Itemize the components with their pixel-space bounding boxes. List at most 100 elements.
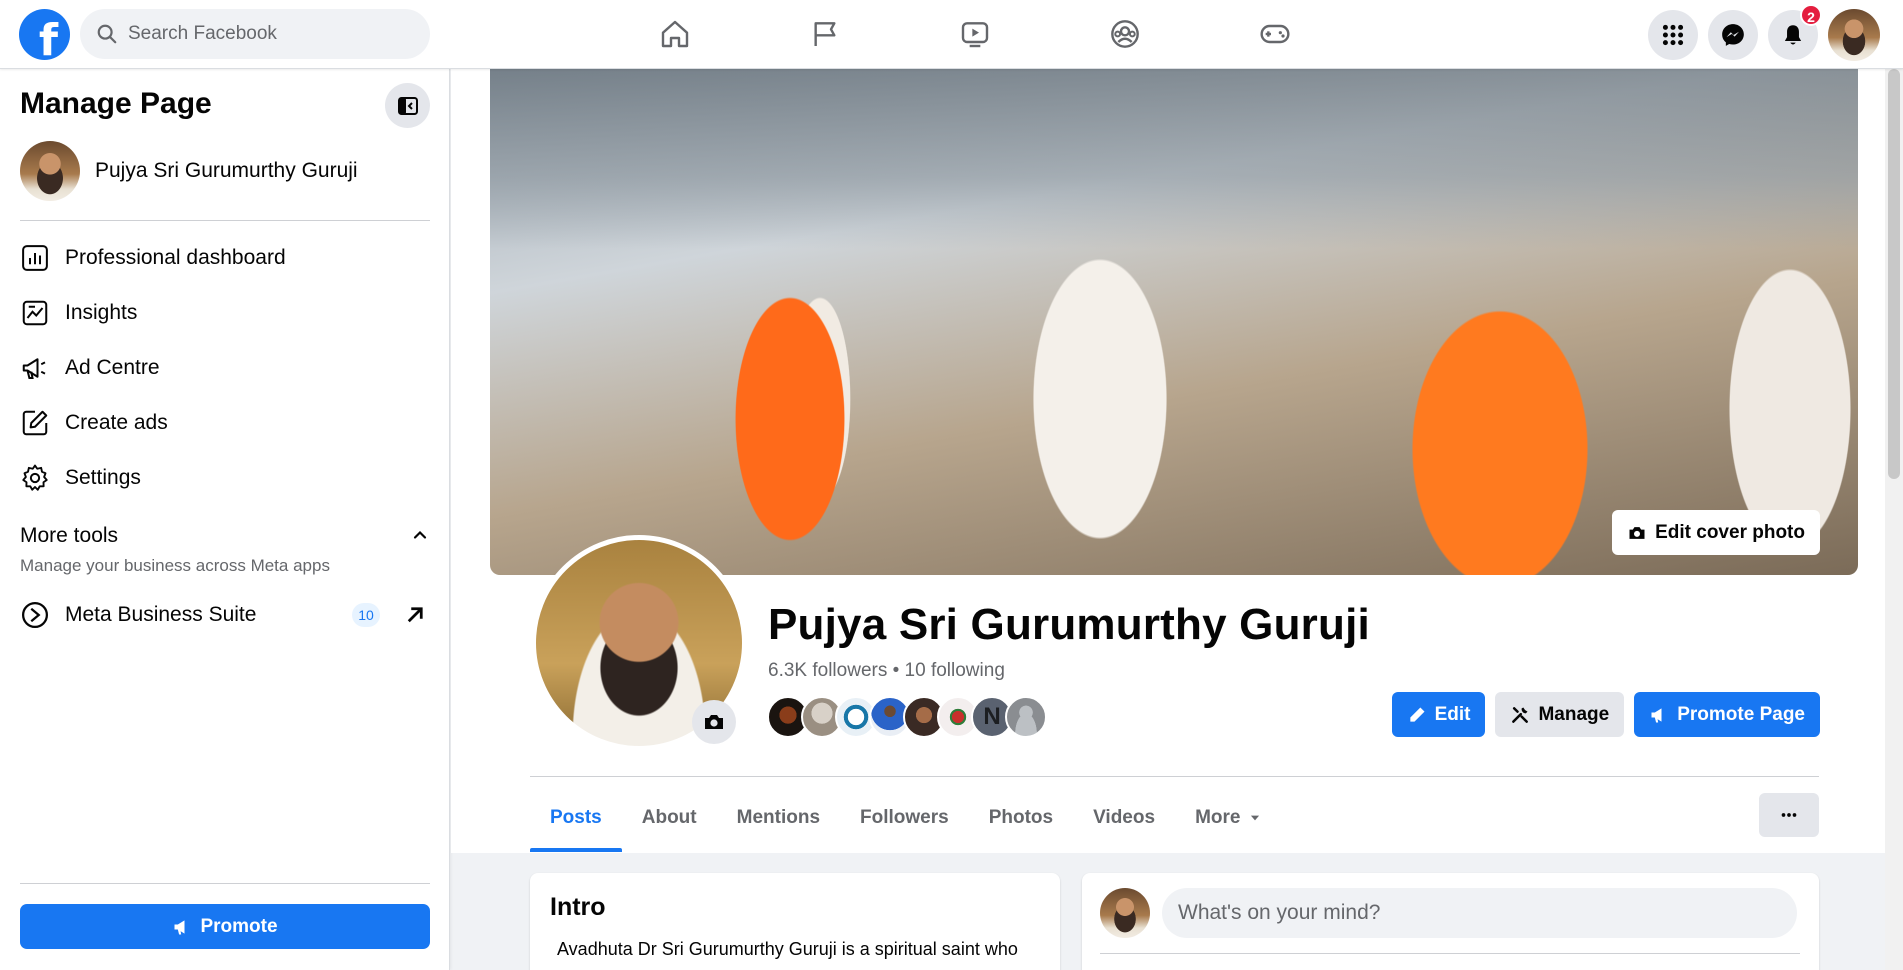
intro-heading: Intro: [550, 893, 606, 921]
tab-more[interactable]: More: [1175, 784, 1282, 852]
more-tools-subtext: Manage your business across Meta apps: [20, 556, 330, 575]
video-icon: [961, 22, 989, 48]
composer-input[interactable]: What's on your mind?: [1162, 888, 1797, 938]
pencil-icon: [1409, 707, 1425, 722]
main-nav: [600, 0, 1350, 68]
sidebar-item-create-ads[interactable]: Create ads: [20, 400, 430, 445]
top-navigation-bar: f 2: [0, 0, 1903, 69]
sidebar-title: Manage Page: [20, 87, 212, 120]
page-scrollbar-thumb[interactable]: [1888, 69, 1900, 479]
business-suite-count-badge: 10: [352, 602, 380, 627]
account-avatar[interactable]: [1828, 9, 1880, 61]
notifications-button[interactable]: 2: [1768, 4, 1822, 60]
nav-video[interactable]: [900, 0, 1050, 68]
promote-page-button[interactable]: Promote Page: [1634, 692, 1820, 737]
edit-cover-label: Edit cover photo: [1655, 521, 1805, 543]
edit-cover-photo-button[interactable]: Edit cover photo: [1612, 510, 1820, 555]
pencil-square-icon: [22, 410, 48, 435]
more-options-button[interactable]: [1759, 793, 1819, 837]
sidebar-item-ad-centre[interactable]: Ad Centre: [20, 345, 430, 390]
dashboard-icon: [22, 244, 48, 271]
messenger-icon: [1722, 24, 1744, 46]
gear-icon: [22, 464, 48, 491]
tab-followers[interactable]: Followers: [840, 784, 969, 852]
search-box[interactable]: [80, 9, 430, 59]
insights-icon: [22, 300, 48, 325]
sidebar-item-label: Create ads: [65, 410, 168, 434]
edit-label: Edit: [1434, 703, 1471, 725]
chevron-up-icon[interactable]: [410, 525, 430, 545]
profile-tabs: Posts About Mentions Followers Photos Vi…: [530, 784, 1282, 852]
tab-mentions[interactable]: Mentions: [717, 784, 840, 852]
sidebar-item-label: Insights: [65, 300, 138, 324]
cover-photo[interactable]: Edit cover photo: [490, 69, 1858, 575]
messenger-button[interactable]: [1708, 10, 1758, 60]
external-link-icon: [407, 606, 423, 622]
manage-page-sidebar: Manage Page Pujya Sri Gurumurthy Guruji …: [0, 69, 450, 970]
groups-icon: [1111, 20, 1139, 48]
caret-down-icon: [1251, 815, 1260, 821]
account-controls: 2: [1648, 4, 1880, 61]
promote-label: Promote: [200, 915, 278, 937]
sidebar-item-professional-dashboard[interactable]: Professional dashboard: [20, 235, 430, 280]
megaphone-icon: [1651, 707, 1662, 722]
tab-videos[interactable]: Videos: [1073, 784, 1175, 852]
sidebar-page-name: Pujya Sri Gurumurthy Guruji: [95, 159, 358, 182]
nav-groups[interactable]: [1050, 0, 1200, 68]
intro-text: Avadhuta Dr Sri Gurumurthy Guruji is a s…: [557, 939, 1018, 959]
tab-more-label: More: [1195, 807, 1241, 828]
sidebar-item-label: Settings: [65, 465, 141, 489]
post-composer: What's on your mind?: [1082, 873, 1819, 970]
facebook-logo[interactable]: f: [19, 9, 70, 60]
more-tools-heading[interactable]: More tools: [20, 524, 118, 548]
collapse-sidebar-button[interactable]: [385, 83, 430, 128]
followers-following-count[interactable]: 6.3K followers • 10 following: [768, 660, 1005, 682]
nav-gaming[interactable]: [1200, 0, 1350, 68]
sidebar-item-label: Meta Business Suite: [65, 602, 257, 626]
camera-icon: [1629, 526, 1645, 539]
sidebar-bottom-divider: [20, 883, 430, 884]
sidebar-page-identity[interactable]: Pujya Sri Gurumurthy Guruji: [20, 141, 358, 201]
sidebar-promote-button[interactable]: Promote: [20, 904, 430, 949]
sidebar-item-label: Ad Centre: [65, 355, 160, 379]
sidebar-item-settings[interactable]: Settings: [20, 455, 430, 500]
sidebar-item-meta-business-suite[interactable]: Meta Business Suite 10: [20, 592, 430, 637]
sidebar-item-insights[interactable]: Insights: [20, 290, 430, 335]
home-icon: [661, 20, 689, 48]
intro-card: Intro Avadhuta Dr Sri Gurumurthy Guruji …: [530, 873, 1060, 970]
facebook-logo-letter: f: [38, 15, 59, 60]
sidebar-item-label: Professional dashboard: [65, 245, 286, 269]
page-avatar: [20, 141, 80, 201]
update-profile-picture-button[interactable]: [692, 700, 736, 744]
tab-photos[interactable]: Photos: [969, 784, 1073, 852]
search-icon: [97, 24, 117, 44]
follower-avatars-strip: N: [767, 696, 1047, 738]
ellipsis-icon: [1781, 813, 1797, 817]
megaphone-icon: [22, 357, 46, 379]
nav-pages[interactable]: [750, 0, 900, 68]
notification-count-badge: 2: [1800, 4, 1822, 26]
page-title: Pujya Sri Gurumurthy Guruji: [768, 600, 1370, 649]
menu-button[interactable]: [1648, 10, 1698, 60]
manage-label: Manage: [1538, 703, 1610, 725]
tools-icon: [1512, 706, 1529, 723]
apps-grid-icon: [1662, 24, 1684, 46]
tab-about[interactable]: About: [622, 784, 717, 852]
follower-avatar-default[interactable]: [1005, 696, 1047, 738]
megaphone-icon: [174, 919, 185, 934]
search-input[interactable]: [128, 23, 408, 45]
manage-page-button[interactable]: Manage: [1495, 692, 1625, 737]
tabs-divider: [530, 776, 1819, 777]
flag-icon: [814, 22, 836, 46]
sidebar-divider: [20, 220, 430, 221]
camera-icon: [705, 715, 723, 729]
tab-posts[interactable]: Posts: [530, 784, 622, 852]
composer-avatar[interactable]: [1100, 888, 1150, 938]
nav-home[interactable]: [600, 0, 750, 68]
sidebar-collapse-icon: [397, 96, 418, 115]
edit-page-button[interactable]: Edit: [1391, 692, 1486, 737]
gaming-icon: [1260, 24, 1290, 44]
meta-business-suite-icon: [22, 601, 48, 628]
page-action-buttons: Edit Manage Promote Page: [1391, 692, 1820, 737]
composer-divider: [1100, 953, 1800, 954]
